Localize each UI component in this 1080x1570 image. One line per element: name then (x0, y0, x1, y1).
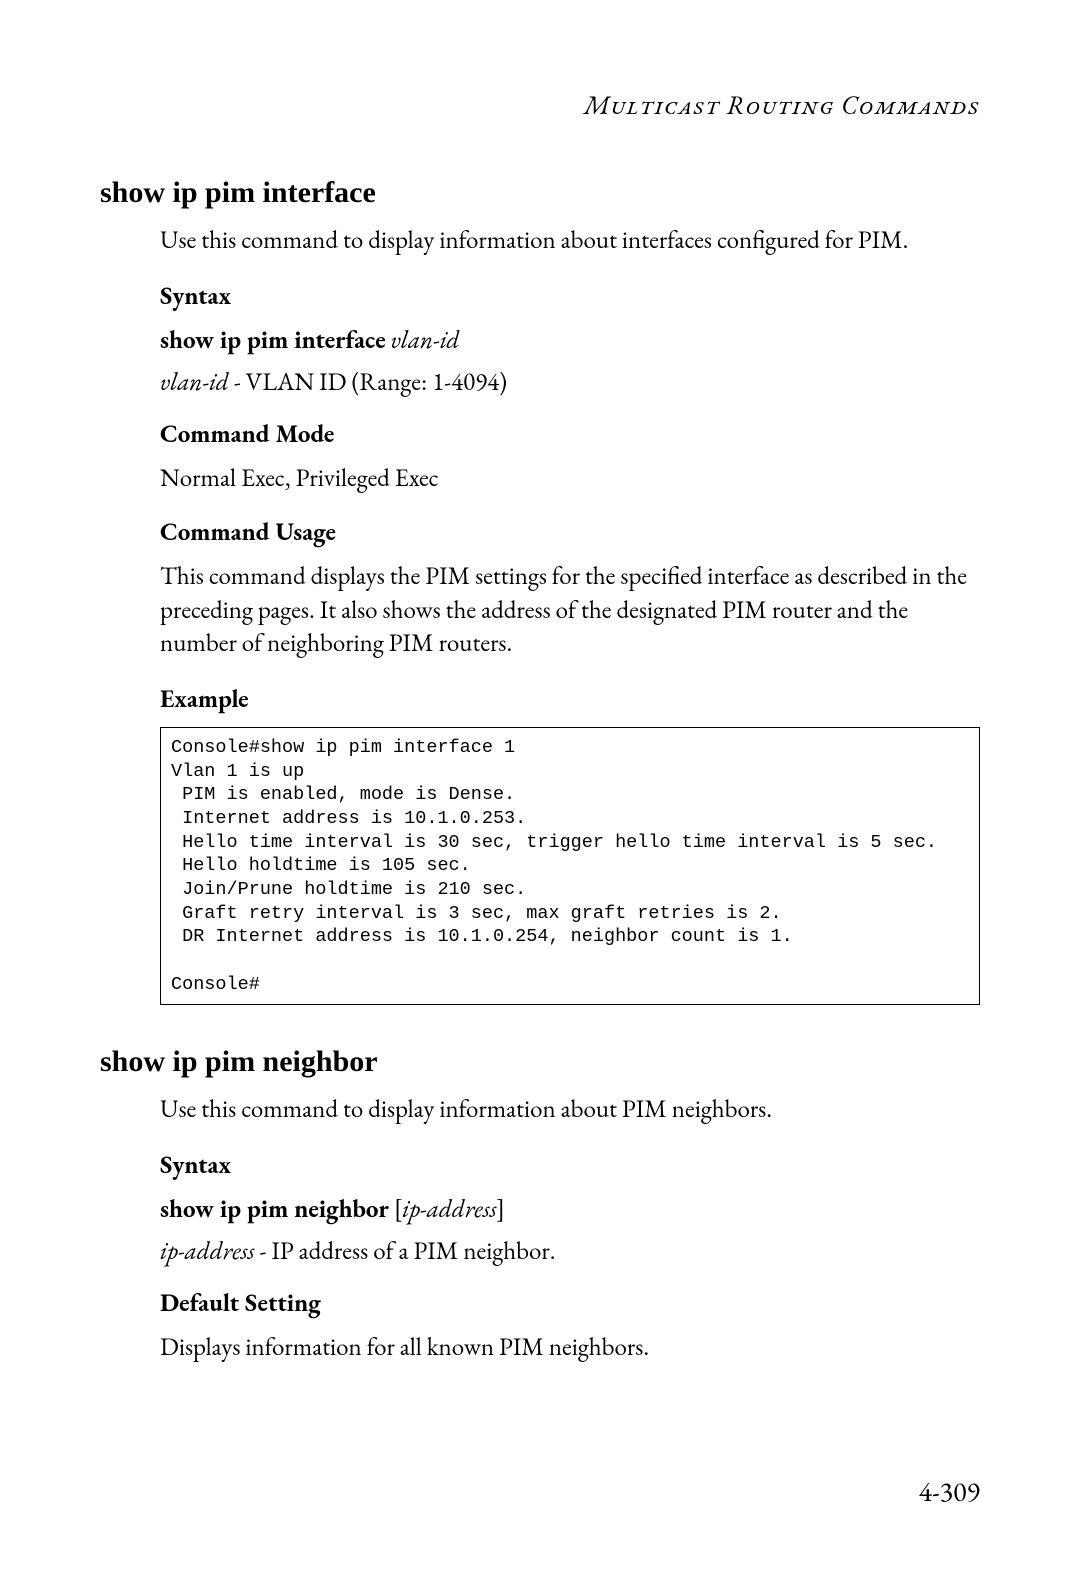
section-body-neighbor: Use this command to display information … (160, 1093, 980, 1363)
syntax-command: show ip pim interface vlan-id (160, 324, 980, 356)
syntax-command-ital: ip-address (402, 1193, 497, 1225)
syntax-param: ip-address - IP address of a PIM neighbo… (160, 1235, 980, 1267)
syntax-open-bracket: [ (389, 1193, 402, 1225)
example-console: Console#show ip pim interface 1 Vlan 1 i… (160, 727, 980, 1005)
default-heading: Default Setting (160, 1287, 980, 1319)
running-header: Multicast Routing Commands (100, 88, 980, 122)
mode-heading: Command Mode (160, 418, 980, 450)
usage-heading: Command Usage (160, 516, 980, 548)
section-title-interface: show ip pim interface (100, 176, 980, 210)
syntax-param-ital: ip-address (160, 1235, 255, 1267)
syntax-heading: Syntax (160, 280, 980, 312)
syntax-command-bold: show ip pim interface (160, 324, 386, 356)
syntax-command-ital: vlan-id (391, 324, 460, 356)
default-text: Displays information for all known PIM n… (160, 1331, 980, 1363)
section-body-interface: Use this command to display information … (160, 224, 980, 1005)
section-description: Use this command to display information … (160, 224, 980, 258)
page: Multicast Routing Commands show ip pim i… (0, 0, 1080, 1570)
syntax-param-ital: vlan-id (160, 366, 229, 398)
section-description: Use this command to display information … (160, 1093, 980, 1127)
example-heading: Example (160, 683, 980, 715)
syntax-param: vlan-id - VLAN ID (Range: 1-4094) (160, 366, 980, 398)
syntax-param-desc: - VLAN ID (Range: 1-4094) (229, 366, 507, 398)
syntax-command-bold: show ip pim neighbor (160, 1193, 389, 1225)
syntax-close-bracket: ] (497, 1193, 505, 1225)
section-title-neighbor: show ip pim neighbor (100, 1045, 980, 1079)
syntax-param-desc: - IP address of a PIM neighbor. (255, 1235, 556, 1267)
page-number: 4-309 (919, 1474, 980, 1510)
mode-text: Normal Exec, Privileged Exec (160, 462, 980, 494)
syntax-heading: Syntax (160, 1149, 980, 1181)
usage-text: This command displays the PIM settings f… (160, 560, 980, 661)
syntax-command: show ip pim neighbor [ip-address] (160, 1193, 980, 1225)
